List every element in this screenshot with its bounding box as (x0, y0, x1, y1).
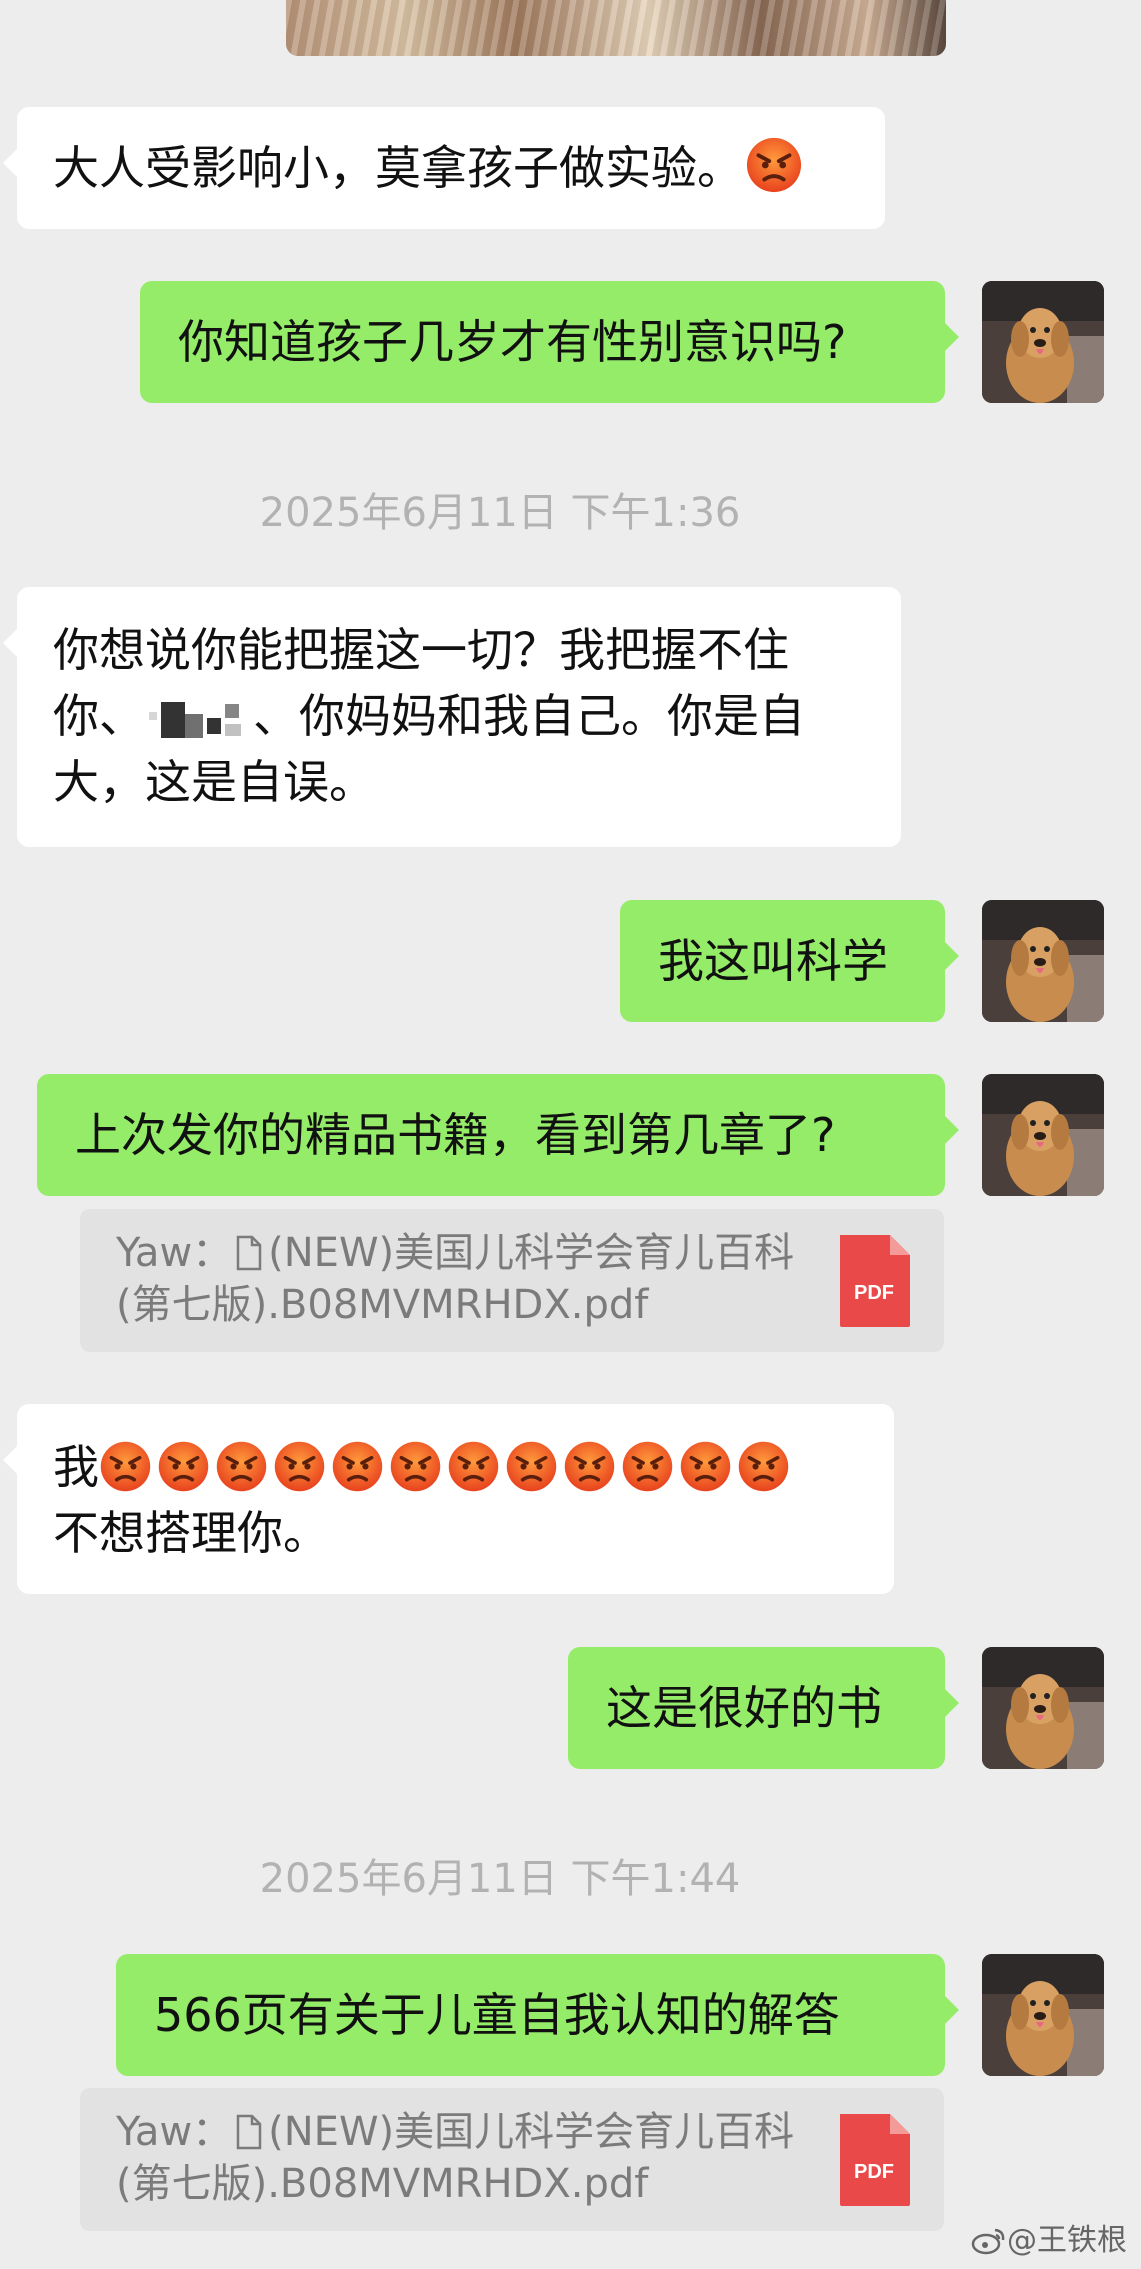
shared-photo[interactable] (286, 0, 946, 56)
message-text: 不想搭理你。 (53, 1506, 329, 1560)
angry-face-icon (216, 1441, 267, 1492)
message-text: 大，这是自误。 (53, 755, 375, 809)
message-bubble-incoming[interactable]: 你想说你能把握这一切？我把握不住 你、 、你妈妈和我自己。你是自 大，这是自误。 (3, 587, 901, 847)
quote-filename-cont: (第七版).B08MVMRHDX.pdf (116, 1282, 649, 1328)
message-bubble-outgoing[interactable]: 我这叫科学 (620, 900, 959, 1022)
angry-face-icon (564, 1441, 615, 1492)
quote-filename: (NEW)美国儿科学会育儿百科 (268, 2109, 795, 2155)
avatar[interactable] (982, 281, 1104, 403)
avatar[interactable] (982, 1647, 1104, 1769)
message-text: 这是很好的书 (606, 1681, 882, 1735)
angry-face-icon (158, 1441, 209, 1492)
angry-emoji-row (99, 1440, 795, 1494)
message-text: 上次发你的精品书籍，看到第几章了? (75, 1108, 836, 1162)
document-icon (236, 2114, 262, 2150)
message-bubble-outgoing[interactable]: 上次发你的精品书籍，看到第几章了? (37, 1074, 959, 1196)
quote-line: Yaw： (NEW)美国儿科学会育儿百科 (116, 1227, 824, 1279)
angry-face-icon (746, 137, 802, 193)
message-text: 566页有关于儿童自我认知的解答 (154, 1988, 840, 2042)
angry-face-icon (100, 1441, 151, 1492)
pdf-icon: PDF (840, 1235, 910, 1327)
weibo-logo-icon (971, 2228, 1005, 2255)
dog-avatar-icon (982, 1647, 1104, 1769)
avatar[interactable] (982, 1954, 1104, 2076)
angry-face-icon (390, 1441, 441, 1492)
message-bubble-incoming[interactable]: 大人受影响小，莫拿孩子做实验。 (3, 107, 885, 229)
document-icon (236, 1235, 262, 1271)
redacted-name (145, 698, 253, 742)
message-text: 你、 、你妈妈和我自己。你是自 (53, 689, 805, 743)
message-text: 我 (53, 1434, 858, 1500)
message-bubble-outgoing[interactable]: 566页有关于儿童自我认知的解答 (116, 1954, 959, 2076)
avatar[interactable] (982, 1074, 1104, 1196)
dog-avatar-icon (982, 900, 1104, 1022)
angry-face-icon (622, 1441, 673, 1492)
dog-avatar-icon (982, 1074, 1104, 1196)
dog-avatar-icon (982, 1954, 1104, 2076)
angry-face-icon (506, 1441, 557, 1492)
angry-face-icon (448, 1441, 499, 1492)
watermark: @王铁根 (971, 2215, 1127, 2259)
message-text: 我这叫科学 (658, 934, 888, 988)
quoted-file-reply[interactable]: Yaw： (NEW)美国儿科学会育儿百科 (第七版).B08MVMRHDX.pdf… (80, 2088, 944, 2231)
quote-sender: Yaw： (116, 1230, 233, 1276)
angry-face-icon (274, 1441, 325, 1492)
dog-avatar-icon (982, 281, 1104, 403)
message-bubble-outgoing[interactable]: 这是很好的书 (568, 1647, 959, 1769)
angry-face-icon (738, 1441, 789, 1492)
message-text: 你知道孩子几岁才有性别意识吗? (178, 315, 847, 369)
quote-line: Yaw： (NEW)美国儿科学会育儿百科 (116, 2106, 824, 2158)
avatar[interactable] (982, 900, 1104, 1022)
pdf-icon: PDF (840, 2114, 910, 2206)
svg-text:PDF: PDF (854, 1282, 894, 1304)
message-bubble-outgoing[interactable]: 你知道孩子几岁才有性别意识吗? (140, 281, 959, 403)
quoted-file-reply[interactable]: Yaw： (NEW)美国儿科学会育儿百科 (第七版).B08MVMRHDX.pdf… (80, 1209, 944, 1352)
message-bubble-incoming[interactable]: 我 不想搭理你。 (3, 1404, 894, 1594)
angry-face-icon (680, 1441, 731, 1492)
message-text: 你想说你能把握这一切？我把握不住 (53, 623, 789, 677)
timestamp: 2025年6月11日 下午1:36 (259, 490, 741, 536)
quote-filename-cont: (第七版).B08MVMRHDX.pdf (116, 2161, 649, 2207)
quote-sender: Yaw： (116, 2109, 233, 2155)
message-text: 大人受影响小，莫拿孩子做实验。 (53, 141, 743, 195)
angry-face-icon (332, 1441, 383, 1492)
svg-text:PDF: PDF (854, 2161, 894, 2183)
quote-filename: (NEW)美国儿科学会育儿百科 (268, 1230, 795, 1276)
timestamp: 2025年6月11日 下午1:44 (259, 1856, 741, 1902)
